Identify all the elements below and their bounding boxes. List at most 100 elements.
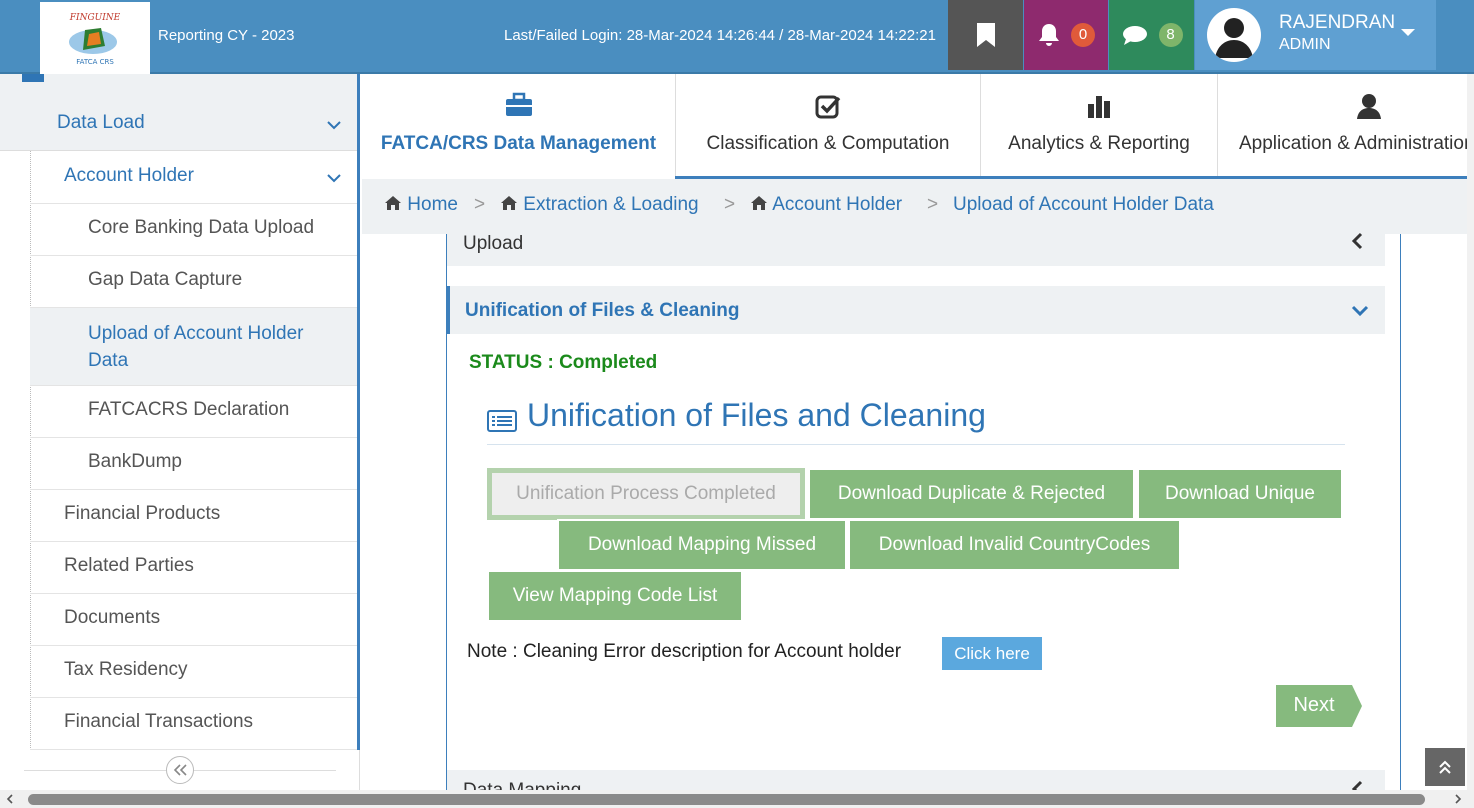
- user-name: RAJENDRAN: [1279, 12, 1396, 33]
- chevron-left-icon: [1351, 232, 1363, 250]
- sidebar-item-core-banking[interactable]: Core Banking Data Upload: [30, 204, 357, 256]
- bar-chart-icon: [1088, 96, 1110, 118]
- messages-button[interactable]: 8: [1109, 0, 1194, 70]
- sidebar-item-financial-transactions[interactable]: Financial Transactions: [30, 698, 357, 750]
- bookmark-icon: [976, 23, 995, 47]
- breadcrumb-account-holder[interactable]: Account Holder: [750, 194, 902, 216]
- sidebar-item-label: Tax Residency: [64, 659, 188, 680]
- section-title: Unification of Files & Cleaning: [465, 300, 740, 321]
- sidebar-item-tax-residency[interactable]: Tax Residency: [30, 646, 357, 698]
- breadcrumb-home[interactable]: Home: [384, 194, 458, 216]
- sidebar-item-bankdump[interactable]: BankDump: [30, 438, 357, 490]
- app-logo[interactable]: FINGUINE FATCA CRS: [40, 2, 150, 74]
- check-square-icon: [815, 95, 841, 119]
- next-button[interactable]: Next: [1276, 685, 1364, 727]
- messages-badge: 8: [1158, 23, 1183, 47]
- sidebar-item-fatcacrs-declaration[interactable]: FATCACRS Declaration: [30, 386, 357, 438]
- unification-section-header[interactable]: Unification of Files & Cleaning: [447, 286, 1385, 334]
- tab-analytics-reporting[interactable]: Analytics & Reporting: [981, 74, 1218, 178]
- logo-icon: FINGUINE FATCA CRS: [69, 13, 121, 66]
- breadcrumb-label: Extraction & Loading: [523, 194, 699, 215]
- download-duplicate-rejected-button[interactable]: Download Duplicate & Rejected: [808, 468, 1135, 520]
- breadcrumb-label: Account Holder: [772, 194, 903, 215]
- download-unique-button[interactable]: Download Unique: [1137, 468, 1343, 520]
- module-tabs: FATCA/CRS Data Management Classification…: [362, 74, 1474, 179]
- sidebar-item-label: Data Load: [57, 112, 145, 133]
- breadcrumb: Home > Extraction & Loading > Account Ho…: [362, 179, 1474, 234]
- user-icon: [1357, 94, 1381, 119]
- horizontal-scrollbar[interactable]: [0, 790, 1474, 808]
- breadcrumb-extraction-loading[interactable]: Extraction & Loading: [500, 194, 699, 216]
- double-chevron-up-icon: [1439, 760, 1451, 774]
- status-text: STATUS : Completed: [469, 352, 658, 373]
- sidebar-item-data-load[interactable]: Data Load: [0, 98, 357, 151]
- chevron-down-icon: [1351, 305, 1369, 317]
- top-bar: FINGUINE FATCA CRS Reporting CY - 2023 L…: [0, 0, 1474, 74]
- collapse-sidebar-button[interactable]: [166, 756, 194, 784]
- user-role: ADMIN: [1279, 36, 1331, 53]
- briefcase-icon: [505, 92, 532, 116]
- section-title: Upload: [463, 233, 524, 254]
- sidebar-item-documents[interactable]: Documents: [30, 594, 357, 646]
- main-content: FATCA/CRS Data Management Classification…: [362, 74, 1474, 790]
- data-mapping-section-header[interactable]: Data Mapping: [447, 770, 1385, 790]
- sidebar-item-label: Gap Data Capture: [88, 269, 243, 290]
- user-menu[interactable]: RAJENDRAN ADMIN: [1195, 0, 1436, 70]
- svg-text:FINGUINE: FINGUINE: [69, 13, 121, 23]
- home-icon: [385, 196, 401, 210]
- section-title: Data Mapping: [463, 780, 581, 790]
- bookmark-button[interactable]: [948, 0, 1023, 70]
- tab-label: FATCA/CRS Data Management: [380, 133, 657, 154]
- chevron-down-icon: [1401, 29, 1415, 36]
- user-avatar-icon: [1215, 18, 1253, 58]
- chevron-down-icon: [327, 174, 341, 183]
- upload-section-header[interactable]: Upload: [447, 232, 1385, 266]
- list-alt-icon: [487, 410, 517, 432]
- download-mapping-missed-button[interactable]: Download Mapping Missed: [557, 519, 847, 571]
- tab-classification-computation[interactable]: Classification & Computation: [675, 74, 981, 178]
- tab-fatca-crs-data-management[interactable]: FATCA/CRS Data Management: [362, 74, 675, 178]
- scroll-left-arrow-icon[interactable]: [6, 794, 14, 804]
- scroll-to-top-button[interactable]: [1425, 748, 1465, 786]
- scrollbar-thumb[interactable]: [28, 794, 1425, 805]
- notifications-badge: 0: [1071, 23, 1095, 47]
- chevron-down-icon: [327, 121, 341, 130]
- vertical-scrollbar[interactable]: [1467, 74, 1474, 790]
- sidebar-footer: [0, 750, 360, 790]
- download-invalid-countrycodes-button[interactable]: Download Invalid CountryCodes: [848, 519, 1181, 571]
- reporting-year: Reporting CY - 2023: [158, 27, 295, 44]
- login-info: Last/Failed Login: 28-Mar-2024 14:26:44 …: [504, 27, 936, 44]
- chat-icon: [1122, 26, 1147, 45]
- sidebar-item-related-parties[interactable]: Related Parties: [30, 542, 357, 594]
- sidebar-item-financial-products[interactable]: Financial Products: [30, 490, 357, 542]
- click-here-button[interactable]: Click here: [942, 637, 1042, 670]
- section-heading: Unification of Files and Cleaning: [487, 397, 1345, 445]
- sidebar-item-label: Documents: [64, 607, 161, 628]
- sidebar-item-gap-data[interactable]: Gap Data Capture: [30, 256, 357, 308]
- chevron-left-icon: [1351, 780, 1363, 790]
- tab-application-administration[interactable]: Application & Administration: [1218, 74, 1474, 178]
- view-mapping-code-list-button[interactable]: View Mapping Code List: [487, 570, 743, 622]
- sidebar-item-label: FATCACRS Declaration: [88, 399, 290, 420]
- sidebar-item-account-holder[interactable]: Account Holder: [30, 151, 357, 204]
- page-title: Unification of Files and Cleaning: [527, 397, 986, 433]
- unification-process-completed-button[interactable]: Unification Process Completed: [487, 468, 805, 520]
- tab-label: Application & Administration: [1239, 133, 1474, 154]
- note-text: Note : Cleaning Error description for Ac…: [467, 641, 902, 662]
- sidebar-item-label: Financial Transactions: [64, 711, 254, 732]
- avatar: [1207, 8, 1261, 62]
- notifications-button[interactable]: 0: [1024, 0, 1108, 70]
- scroll-right-arrow-icon[interactable]: [1454, 794, 1462, 804]
- next-label: Next: [1293, 694, 1335, 716]
- bell-icon: [1039, 24, 1059, 46]
- breadcrumb-label: Home: [407, 194, 458, 215]
- double-chevron-left-icon: [173, 764, 187, 776]
- sidebar-item-label: Financial Products: [64, 503, 221, 524]
- sidebar-item-upload-account-holder[interactable]: Upload of Account Holder Data: [30, 308, 357, 386]
- home-icon: [501, 196, 517, 210]
- sidebar: Data Load Account Holder Core Banking Da…: [0, 74, 360, 750]
- tab-label: Analytics & Reporting: [1008, 133, 1190, 154]
- tab-label: Classification & Computation: [706, 133, 950, 154]
- sidebar-item-label: Upload of Account Holder Data: [88, 323, 304, 371]
- sidebar-header-fragment: [0, 74, 357, 98]
